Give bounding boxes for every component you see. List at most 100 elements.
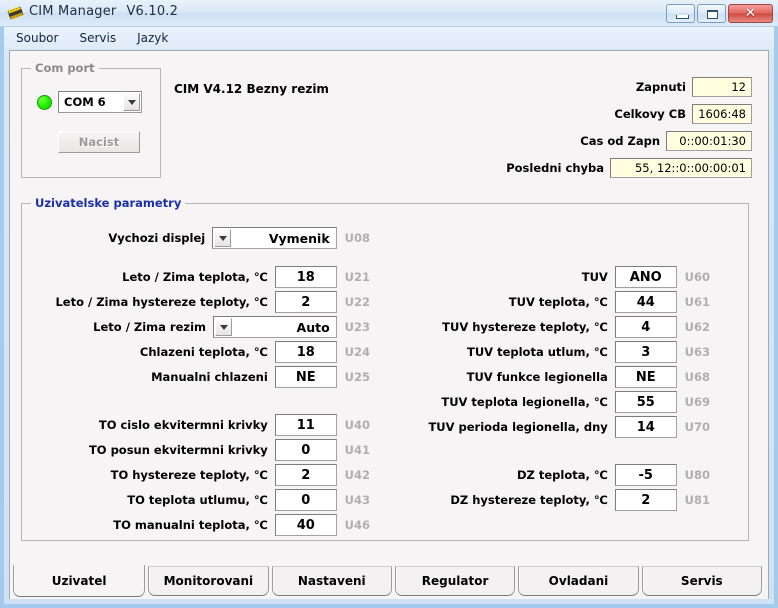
param-label-u25: Manualni chlazeni [151,370,268,384]
param-label-u24: Chlazeni teplota, ℃ [139,345,268,359]
param-row-u24: Chlazeni teplota, ℃ 18 U24 [40,341,370,363]
param-combo-u23[interactable]: Auto [213,316,337,338]
param-row-u43: TO teplota utlumu, ℃ 0 U43 [40,489,370,511]
param-row-u63: TUV teplota utlum, ℃ 3 U63 [380,341,710,363]
menu-item-soubor[interactable]: Soubor [7,29,67,47]
status-value-posledni-chyba[interactable]: 55, 12::0::00:00:01 [610,158,752,178]
param-label-u21: Leto / Zima teplota, ℃ [122,270,268,284]
tab-servis[interactable]: Servis [641,566,762,596]
param-label-u22: Leto / Zima hystereze teploty, ℃ [55,295,268,309]
param-row-u61: TUV teplota, ℃ 44 U61 [380,291,710,313]
close-button[interactable]: ✕ [728,4,773,23]
param-row-u08: Vychozi displej Vymenik U08 [40,227,370,249]
param-row-u23: Leto / Zima rezim Auto U23 [40,316,370,338]
load-button[interactable]: Nacist [58,131,140,153]
com-port-select[interactable]: COM 6 [58,91,142,113]
tab-uzivatel[interactable]: Uzivatel [13,565,146,597]
param-value-u43[interactable]: 0 [274,489,337,511]
param-value-u08: Vymenik [268,230,330,246]
param-row-u40: TO cislo ekvitermni krivky 11 U40 [40,414,370,436]
param-code-u46: U46 [344,518,370,532]
param-row-u81: DZ hystereze teploty, ℃ 2 U81 [380,489,710,511]
window-version: V6.10.2 [126,4,179,19]
com-port-group: Com port COM 6 Nacist [21,61,161,178]
param-value-u80[interactable]: -5 [614,464,677,486]
param-label-u46: TO manualni teplota, ℃ [113,518,268,532]
param-code-u61: U61 [684,295,710,309]
param-value-u46[interactable]: 40 [274,514,337,536]
param-value-u25[interactable]: NE [274,366,337,388]
status-row-zapnuti: Zapnuti 12 [430,77,752,97]
chevron-down-icon[interactable] [215,318,233,336]
param-value-u68[interactable]: NE [614,366,677,388]
param-value-u69[interactable]: 55 [614,391,677,413]
param-value-u24[interactable]: 18 [274,341,337,363]
connection-status-led [37,95,52,110]
param-combo-u08[interactable]: Vymenik [212,227,337,249]
tab-ovladani[interactable]: Ovladani [518,566,639,596]
param-value-u81[interactable]: 2 [614,489,677,511]
chevron-down-icon[interactable] [123,93,140,111]
status-row-celkovy-cb: Celkovy CB 1606:48 [430,104,752,124]
com-port-value: COM 6 [64,95,106,109]
param-row-u22: Leto / Zima hystereze teploty, ℃ 2 U22 [40,291,370,313]
maximize-icon [707,10,718,19]
status-label-cas-od-zapn: Cas od Zapn [580,134,660,148]
param-label-u62: TUV hystereze teploty, ℃ [442,320,608,334]
param-label-u80: DZ teplota, ℃ [516,468,608,482]
status-label-posledni-chyba: Posledni chyba [506,161,604,175]
param-label-u23: Leto / Zima rezim [93,320,207,334]
param-label-u70: TUV perioda legionella, dny [428,420,608,434]
param-label-u08: Vychozi displej [108,231,206,245]
status-value-zapnuti[interactable]: 12 [692,77,752,97]
param-row-u21: Leto / Zima teplota, ℃ 18 U21 [40,266,370,288]
param-label-u60: TUV [581,270,608,284]
param-code-u60: U60 [684,270,710,284]
menu-item-jazyk[interactable]: Jazyk [128,29,177,47]
window-controls: ✕ [666,4,773,24]
window-title: CIM Manager V6.10.2 [29,4,178,19]
param-code-u08: U08 [344,231,370,245]
param-value-u70[interactable]: 14 [614,416,677,438]
param-label-u61: TUV teplota, ℃ [508,295,608,309]
menu-item-servis[interactable]: Servis [70,29,125,47]
param-row-u42: TO hystereze teploty, ℃ 2 U42 [40,464,370,486]
param-row-u25: Manualni chlazeni NE U25 [40,366,370,388]
param-row-u68: TUV funkce legionella NE U68 [380,366,710,388]
tab-monitorovani[interactable]: Monitorovani [148,566,269,596]
param-code-u22: U22 [344,295,370,309]
user-parameters-group-title: Uzivatelske parametry [31,196,186,210]
minimize-icon [676,15,689,19]
param-code-u23: U23 [344,320,370,334]
param-value-u63[interactable]: 3 [614,341,677,363]
param-code-u42: U42 [344,468,370,482]
maximize-button[interactable] [697,4,726,23]
param-code-u70: U70 [684,420,710,434]
param-code-u41: U41 [344,443,370,457]
tab-nastaveni[interactable]: Nastaveni [271,566,392,596]
param-value-u42[interactable]: 2 [274,464,337,486]
param-value-u41[interactable]: 0 [274,439,337,461]
title-bar: CIM Manager V6.10.2 ✕ [0,0,778,27]
com-port-group-title: Com port [31,61,99,75]
param-value-u21[interactable]: 18 [274,266,337,288]
status-row-cas-od-zapn: Cas od Zapn 0::00:01:30 [430,131,752,151]
close-icon: ✕ [745,6,756,21]
minimize-button[interactable] [666,4,695,23]
param-label-u41: TO posun ekvitermni krivky [88,443,268,457]
param-code-u43: U43 [344,493,370,507]
status-value-cas-od-zapn[interactable]: 0::00:01:30 [666,131,752,151]
chevron-down-icon[interactable] [214,229,232,247]
status-value-celkovy-cb[interactable]: 1606:48 [692,104,752,124]
param-value-u60[interactable]: ANO [614,266,677,288]
param-code-u62: U62 [684,320,710,334]
param-value-u61[interactable]: 44 [614,291,677,313]
param-label-u40: TO cislo ekvitermni krivky [98,418,268,432]
param-value-u62[interactable]: 4 [614,316,677,338]
param-row-u41: TO posun ekvitermni krivky 0 U41 [40,439,370,461]
param-value-u40[interactable]: 11 [274,414,337,436]
param-label-u68: TUV funkce legionella [466,370,608,384]
param-row-u69: TUV teplota legionella, ℃ 55 U69 [380,391,710,413]
param-value-u22[interactable]: 2 [274,291,337,313]
tab-regulator[interactable]: Regulator [394,566,516,596]
